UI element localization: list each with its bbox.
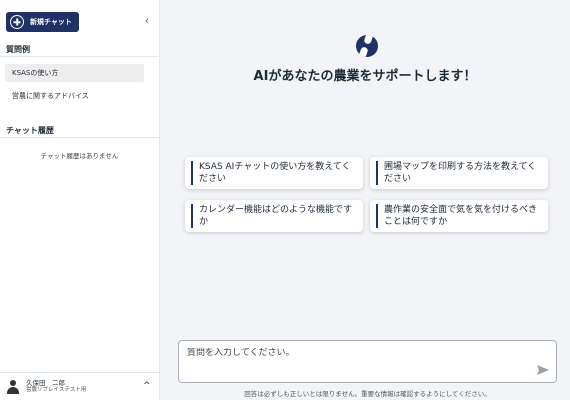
logo-icon (356, 35, 378, 57)
new-chat-label: 新規チャット (30, 18, 72, 26)
plus-circle-icon (10, 15, 24, 29)
question-input-box[interactable] (178, 340, 557, 383)
headline: AIがあなたの農業をサポートします！ (253, 69, 477, 84)
question-input[interactable] (187, 348, 517, 358)
history-empty-message: チャット履歴はありません (40, 152, 119, 160)
sidebar: 新規チャット ‹ 質問例 KSASの使い方 営農に関するアドバイス チャット履歴… (0, 0, 160, 400)
user-org: 営農リプレイステスト用 (26, 387, 87, 394)
user-name: 久保田 二郎 (26, 378, 65, 387)
suggestion-card[interactable]: カレンダー機能はどのような機能ですか (185, 200, 363, 232)
chevron-up-icon: ^ (143, 381, 151, 391)
disclaimer: 回答は必ずしも正しいとは限りません。重要な情報は確認するようにしてください。 (244, 390, 491, 398)
collapse-sidebar-chevron-left-icon[interactable]: ‹ (142, 15, 152, 27)
user-menu[interactable]: 久保田 二郎 営農リプレイステスト用 ^ (0, 372, 159, 400)
divider (0, 137, 159, 138)
examples-section-title: 質問例 (6, 45, 30, 54)
example-item-ksas-usage[interactable]: KSASの使い方 (5, 64, 144, 82)
new-chat-button[interactable]: 新規チャット (6, 12, 79, 32)
suggestion-card[interactable]: 圃場マップを印刷する方法を教えてください (370, 157, 548, 189)
history-section-title: チャット履歴 (6, 126, 54, 135)
suggestion-card[interactable]: KSAS AIチャットの使い方を教えてください (185, 157, 363, 189)
divider (0, 56, 159, 57)
send-icon[interactable] (536, 363, 550, 377)
user-icon (6, 379, 20, 394)
example-item-farming-advice[interactable]: 営農に関するアドバイス (5, 87, 144, 105)
suggestion-card[interactable]: 農作業の安全面で気を気を付けるべきことは何ですか (370, 200, 548, 232)
